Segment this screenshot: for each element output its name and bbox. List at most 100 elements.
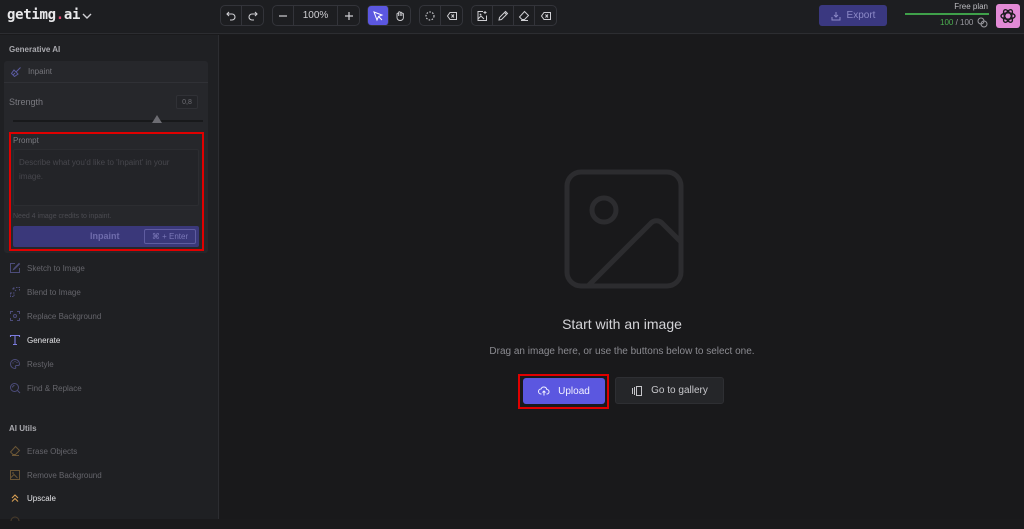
- sidebar-item-erase-objects[interactable]: Erase Objects: [9, 443, 77, 459]
- partial-icon: [10, 516, 20, 522]
- sidebar-item-find-and-replace[interactable]: Find & Replace: [9, 380, 82, 396]
- sidebar-item-blend-to-image[interactable]: Blend to Image: [9, 284, 81, 300]
- inpaint-header[interactable]: Inpaint: [4, 61, 208, 83]
- blend-icon: [10, 287, 20, 297]
- brush-tool-button[interactable]: [493, 6, 514, 25]
- sidebar-item-replace-background[interactable]: Replace Background: [9, 308, 101, 324]
- inpaint-button-label: Inpaint: [90, 231, 120, 241]
- plan-label: Free plan: [954, 2, 988, 11]
- select-tool-button[interactable]: [368, 6, 389, 25]
- redo-button[interactable]: [242, 6, 263, 25]
- eraser-icon: [518, 10, 530, 21]
- selection-tools-group: [419, 5, 463, 26]
- image-remove-icon: [10, 470, 20, 480]
- empty-state-subtitle: Drag an image here, or use the buttons b…: [489, 346, 755, 357]
- sidebar-item-label: Find & Replace: [27, 383, 82, 393]
- strength-label: Strength: [9, 97, 44, 107]
- strength-value[interactable]: 0,8: [176, 95, 198, 109]
- brush-icon: [10, 66, 21, 77]
- sidebar-item-sketch-to-image[interactable]: Sketch to Image: [9, 260, 85, 276]
- chevrons-up-icon: [11, 494, 19, 502]
- zoom-in-button[interactable]: [338, 6, 359, 25]
- hand-icon: [396, 10, 404, 21]
- undo-icon: [226, 11, 236, 21]
- eraser-tool-button[interactable]: [514, 6, 535, 25]
- credits-progress-bar: [905, 13, 989, 15]
- app-logo[interactable]: getimg.ai: [7, 7, 80, 23]
- zoom-level[interactable]: 100%: [294, 6, 338, 25]
- user-avatar[interactable]: [996, 4, 1020, 28]
- sidebar-item-label: Erase Objects: [27, 446, 78, 456]
- download-icon: [831, 11, 841, 20]
- inpaint-button[interactable]: Inpaint ⌘ + Enter: [13, 226, 199, 247]
- sidebar-item-restyle[interactable]: Restyle: [9, 356, 54, 372]
- eraser-icon: [9, 445, 21, 456]
- pan-tool-button[interactable]: [389, 6, 410, 25]
- sidebar-item-partial[interactable]: [9, 513, 21, 529]
- history-group: [220, 5, 264, 26]
- section-title-ai-utils: AI Utils: [9, 424, 37, 433]
- openai-logo-icon: [1000, 9, 1016, 23]
- cursor-icon: [373, 10, 384, 21]
- sidebar: Generative AI Inpaint Strength 0,8 Promp…: [0, 35, 219, 522]
- sidebar-item-label: Generate: [27, 335, 61, 345]
- credits-progress-fill: [905, 13, 989, 15]
- prompt-label: Prompt: [13, 136, 39, 145]
- clear-selection-button[interactable]: [441, 6, 462, 25]
- logo-tld: ai: [63, 7, 81, 23]
- coins-icon[interactable]: [977, 17, 988, 28]
- palette-icon: [10, 358, 21, 370]
- logo-dot: .: [55, 7, 64, 23]
- prompt-input[interactable]: [13, 149, 199, 206]
- sidebar-item-generate[interactable]: Generate: [9, 332, 60, 348]
- edit-square-icon: [10, 262, 21, 273]
- gallery-label: Go to gallery: [651, 385, 708, 396]
- credit-note: Need 4 image credits to inpaint.: [13, 213, 112, 220]
- lasso-icon: [425, 10, 435, 21]
- image-placeholder-icon: [564, 169, 684, 289]
- zoom-group: 100%: [272, 5, 360, 26]
- sidebar-item-label: Sketch to Image: [27, 263, 85, 273]
- logo-text: getimg: [7, 7, 56, 23]
- upload-button[interactable]: Upload: [523, 378, 605, 404]
- sidebar-item-upscale[interactable]: Upscale: [9, 490, 56, 506]
- credits-total: 100: [960, 18, 974, 27]
- credits-readout: 100 / 100: [940, 18, 973, 27]
- chevron-down-icon[interactable]: [80, 9, 94, 23]
- upload-label: Upload: [558, 385, 590, 397]
- sidebar-item-label: Blend to Image: [27, 287, 81, 297]
- zoom-out-button[interactable]: [273, 6, 294, 25]
- inpaint-title: Inpaint: [28, 67, 53, 76]
- pencil-icon: [498, 10, 509, 21]
- sidebar-item-label: Remove Background: [27, 470, 102, 480]
- credits-used: 100: [940, 18, 954, 27]
- export-label: Export: [846, 10, 876, 21]
- focus-frame-icon: [10, 311, 20, 321]
- backspace-icon: [540, 11, 551, 20]
- search-replace-icon: [10, 383, 21, 394]
- plus-icon: [344, 11, 353, 20]
- go-to-gallery-button[interactable]: Go to gallery: [615, 377, 724, 404]
- shortcut-badge: ⌘ + Enter: [144, 229, 196, 244]
- text-t-icon: [9, 334, 21, 346]
- redo-icon: [248, 11, 258, 21]
- strength-slider-thumb[interactable]: [152, 115, 162, 123]
- minus-icon: [279, 14, 287, 17]
- sidebar-item-label: Replace Background: [27, 311, 102, 321]
- empty-state-title: Start with an image: [562, 316, 682, 332]
- cloud-upload-icon: [538, 386, 550, 396]
- undo-button[interactable]: [221, 6, 242, 25]
- clear-mask-button[interactable]: [535, 6, 556, 25]
- export-button[interactable]: Export: [819, 5, 887, 26]
- section-title-generative-ai: Generative AI: [9, 45, 61, 54]
- sidebar-item-remove-background[interactable]: Remove Background: [9, 467, 102, 483]
- add-image-button[interactable]: [472, 6, 493, 25]
- sidebar-item-label: Restyle: [27, 359, 54, 369]
- navigation-tools-group: [367, 5, 411, 26]
- lasso-tool-button[interactable]: [420, 6, 441, 25]
- backspace-icon: [446, 11, 457, 20]
- strength-slider-track[interactable]: [13, 120, 203, 122]
- top-bar: getimg.ai 100% Export Free plan 100 / 10…: [0, 0, 1024, 34]
- gallery-icon: [632, 385, 643, 396]
- mask-tools-group: [471, 5, 557, 26]
